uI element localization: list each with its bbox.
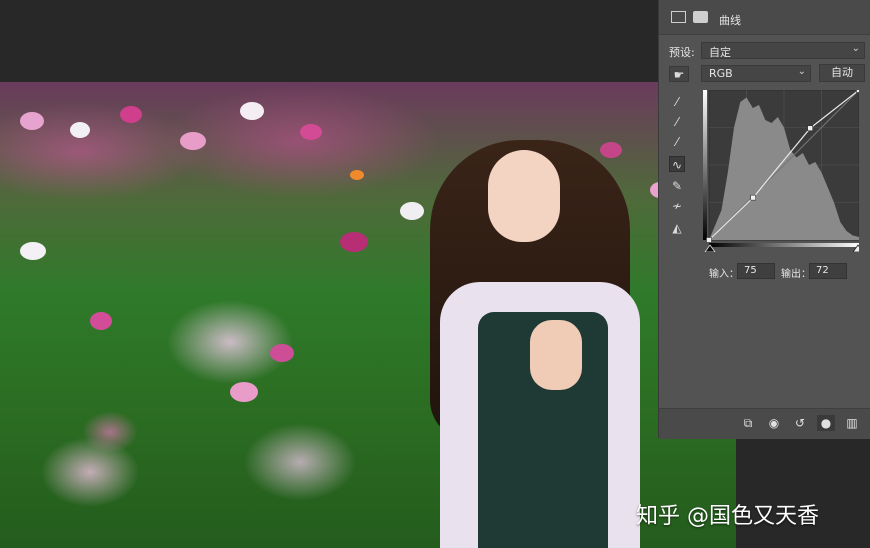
trash-icon[interactable]: ▥ xyxy=(843,415,861,431)
adjustment-icon[interactable] xyxy=(671,11,686,23)
curve-point[interactable] xyxy=(706,237,712,243)
preset-label: 预设: xyxy=(669,46,695,59)
flower xyxy=(300,124,322,140)
flower xyxy=(350,170,364,180)
panel-title: 曲线 xyxy=(719,14,741,27)
preset-dropdown[interactable]: 自定 ⌄ xyxy=(701,42,865,59)
flower xyxy=(230,382,258,402)
channel-value: RGB xyxy=(709,67,733,80)
flower xyxy=(120,106,142,123)
chevron-down-icon: ⌄ xyxy=(797,66,806,77)
flower xyxy=(90,312,112,330)
top-empty-area xyxy=(0,0,658,82)
curve-point-icon[interactable]: ∿ xyxy=(669,156,685,172)
target-adjust-icon[interactable]: ☛ xyxy=(669,66,689,82)
flower xyxy=(240,102,264,120)
black-point-eyedropper-icon[interactable]: ⁄ xyxy=(669,94,685,110)
flower xyxy=(70,122,90,138)
curves-graph[interactable] xyxy=(703,90,859,252)
curve-point[interactable] xyxy=(856,90,860,93)
panel-footer: ⧉ ◉ ↺ ● ▥ xyxy=(659,408,870,439)
girl-hands xyxy=(530,320,582,390)
flower xyxy=(340,232,368,252)
preset-value: 自定 xyxy=(709,46,731,59)
flower xyxy=(20,112,44,130)
smooth-curve-icon[interactable]: ≁ xyxy=(669,198,685,214)
clipping-warning-icon[interactable]: ◭ xyxy=(669,220,685,236)
curves-properties-panel: 曲线 预设: 自定 ⌄ ☛ RGB ⌄ 自动 ⁄ ⁄ ⁄ ∿ ✎ ≁ ◭ 输入：… xyxy=(658,0,870,439)
gray-point-eyedropper-icon[interactable]: ⁄ xyxy=(669,114,685,130)
channel-dropdown[interactable]: RGB ⌄ xyxy=(701,65,811,82)
chevron-down-icon: ⌄ xyxy=(851,43,860,54)
output-label: 输出： xyxy=(781,269,811,280)
visibility-icon[interactable]: ● xyxy=(817,415,835,431)
reset-icon[interactable]: ↺ xyxy=(791,415,809,431)
view-previous-icon[interactable]: ◉ xyxy=(765,415,783,431)
output-value-field[interactable]: 72 xyxy=(809,263,847,279)
white-point-eyedropper-icon[interactable]: ⁄ xyxy=(669,134,685,150)
curve-point[interactable] xyxy=(807,125,813,132)
input-value-field[interactable]: 75 xyxy=(737,263,775,279)
photo-canvas[interactable] xyxy=(0,82,736,548)
flower xyxy=(20,242,46,260)
panel-header: 曲线 xyxy=(659,0,870,35)
input-gradient-bar xyxy=(709,243,859,247)
flower xyxy=(600,142,622,158)
watermark: 知乎 @国色又天香 xyxy=(636,504,819,529)
flower xyxy=(400,202,424,220)
flower xyxy=(270,344,294,362)
auto-button[interactable]: 自动 xyxy=(819,64,865,82)
flower xyxy=(180,132,206,150)
clip-to-layer-icon[interactable]: ⧉ xyxy=(739,415,757,431)
curve-point[interactable] xyxy=(750,194,756,201)
input-label: 输入： xyxy=(709,269,739,280)
pencil-draw-icon[interactable]: ✎ xyxy=(669,178,685,194)
output-gradient-bar xyxy=(703,90,707,240)
mask-icon[interactable] xyxy=(693,11,708,23)
girl-face xyxy=(488,150,560,242)
